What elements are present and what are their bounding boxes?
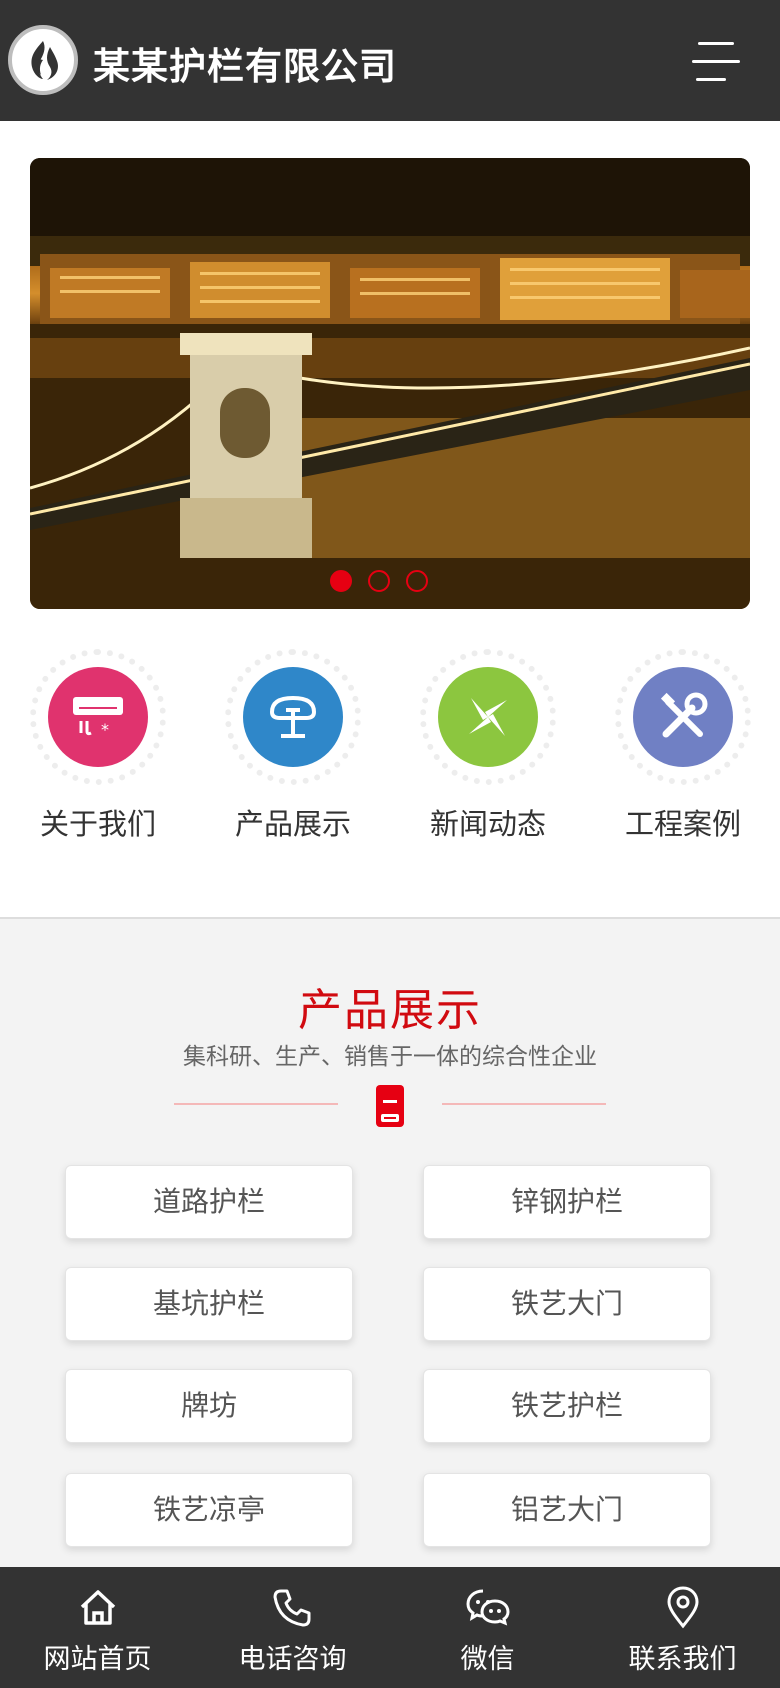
- location-pin-icon: [666, 1586, 699, 1629]
- quick-nav-label: 关于我们: [39, 807, 156, 841]
- slide-dot-2[interactable]: [368, 570, 390, 592]
- products-section: 产品展示 集科研、生产、销售于一体的综合性企业 道路护栏 锌钢护栏 基坑护栏 铁…: [0, 917, 780, 1567]
- slide-dot-1[interactable]: [330, 570, 352, 592]
- flame-logo-icon[interactable]: [8, 25, 78, 95]
- quick-nav-label: 新闻动态: [429, 807, 546, 841]
- section-title: 产品展示: [298, 985, 482, 1036]
- air-conditioner-icon: *: [48, 667, 148, 767]
- tools-icon: [633, 667, 733, 767]
- tab-wechat[interactable]: 微信: [390, 1567, 585, 1688]
- product-link[interactable]: 道路护栏: [65, 1165, 353, 1239]
- divider-left: [174, 1103, 338, 1105]
- quick-nav-news[interactable]: 新闻动态: [413, 649, 563, 843]
- product-link[interactable]: 铝艺大门: [423, 1473, 711, 1547]
- banner-slider[interactable]: [30, 158, 750, 609]
- product-link[interactable]: 牌坊: [65, 1369, 353, 1443]
- quick-nav-cases[interactable]: 工程案例: [608, 649, 758, 843]
- wechat-icon: [465, 1589, 510, 1626]
- night-bridge-image: [30, 158, 750, 609]
- slide-dot-3[interactable]: [406, 570, 428, 592]
- product-link[interactable]: 铁艺护栏: [423, 1369, 711, 1443]
- quick-nav-products[interactable]: 产品展示: [218, 649, 368, 843]
- quick-nav-label: 工程案例: [624, 807, 741, 841]
- quick-nav-about[interactable]: * 关于我们: [23, 649, 173, 843]
- slide-indicators: [330, 570, 428, 592]
- svg-text:*: *: [101, 720, 109, 739]
- section-subtitle: 集科研、生产、销售于一体的综合性企业: [183, 1044, 597, 1070]
- quick-nav-label: 产品展示: [234, 807, 351, 841]
- device-icon: [375, 1084, 405, 1128]
- divider-right: [442, 1103, 606, 1105]
- quick-nav-news-circle: [420, 649, 556, 785]
- product-link[interactable]: 铁艺凉亭: [65, 1473, 353, 1547]
- product-link[interactable]: 铁艺大门: [423, 1267, 711, 1341]
- hamburger-menu-icon[interactable]: [692, 40, 742, 84]
- tab-home[interactable]: 网站首页: [0, 1567, 195, 1688]
- tab-label: 网站首页: [43, 1644, 152, 1675]
- quick-nav-products-circle: [225, 649, 361, 785]
- tab-label: 电话咨询: [238, 1644, 347, 1675]
- bottom-tab-bar: 网站首页 电话咨询 微信 联系我们: [0, 1567, 780, 1688]
- product-link[interactable]: 锌钢护栏: [423, 1165, 711, 1239]
- quick-nav-about-circle: *: [30, 649, 166, 785]
- home-icon: [80, 1590, 115, 1625]
- tab-contact[interactable]: 联系我们: [585, 1567, 780, 1688]
- company-name[interactable]: 某某护栏有限公司: [93, 36, 397, 90]
- product-stand-icon: [243, 667, 343, 767]
- quick-nav: * 关于我们 产品展示 新闻动态 工程案例: [0, 649, 780, 845]
- pinwheel-icon: [438, 667, 538, 767]
- phone-icon: [273, 1589, 310, 1627]
- quick-nav-cases-circle: [615, 649, 751, 785]
- top-header: 某某护栏有限公司: [0, 0, 780, 121]
- product-link[interactable]: 基坑护栏: [65, 1267, 353, 1341]
- tab-phone[interactable]: 电话咨询: [195, 1567, 390, 1688]
- tab-label: 联系我们: [628, 1644, 737, 1675]
- tab-label: 微信: [460, 1644, 515, 1675]
